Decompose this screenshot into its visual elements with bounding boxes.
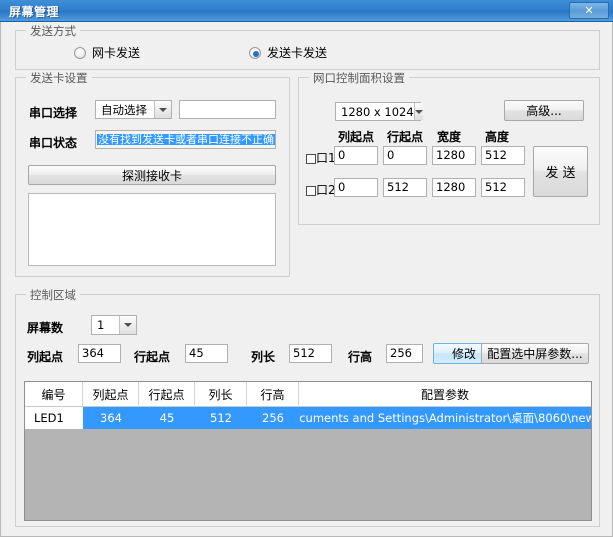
port2-width-input[interactable]: 1280 xyxy=(432,178,476,197)
cell-config: C:\Documents and Settings\Administrator\… xyxy=(299,407,591,429)
radio-label: 发送卡发送 xyxy=(267,46,328,60)
port1-width-input[interactable]: 1280 xyxy=(432,146,476,165)
port1-height-value: 512 xyxy=(485,147,507,162)
control-area-group-title: 控制区域 xyxy=(26,287,80,303)
col-start-value: 364 xyxy=(82,345,104,360)
config-selected-screen-button[interactable]: 配置选中屏参数... xyxy=(481,343,589,364)
radio-sending-card-send[interactable]: 发送卡发送 xyxy=(249,44,327,61)
port2-width-value: 1280 xyxy=(436,179,466,194)
table-empty-area[interactable] xyxy=(25,429,591,520)
screen-count-label: 屏幕数 xyxy=(27,321,64,335)
screen-count-combo[interactable]: 1 xyxy=(91,315,137,335)
detect-receiving-card-button[interactable]: 探测接收卡 xyxy=(28,165,276,185)
port1-label-text: 口1 xyxy=(316,151,336,165)
send-mode-group-title: 发送方式 xyxy=(26,23,80,39)
net-area-header-row-start: 行起点 xyxy=(387,130,424,144)
chevron-down-icon[interactable] xyxy=(119,316,136,334)
port1-col-start-value: 0 xyxy=(338,147,346,162)
port1-col-start-input[interactable]: 0 xyxy=(334,146,378,165)
port2-row-start-value: 512 xyxy=(387,179,409,194)
row-start-input[interactable]: 45 xyxy=(185,344,228,363)
net-area-group: 网口控制面积设置 1280 x 1024 高级... 列起点 行起点 宽度 高度… xyxy=(298,70,600,225)
port-status-label: 串口状态 xyxy=(29,136,78,150)
close-icon[interactable]: ✕ xyxy=(569,2,609,19)
port-select-combo[interactable]: 自动选择 xyxy=(95,100,172,119)
row-height-label: 行高 xyxy=(348,350,373,364)
table-header-row-height: 行高 xyxy=(247,382,299,406)
table-header-col-len: 列长 xyxy=(195,382,247,406)
port1-height-input[interactable]: 512 xyxy=(481,146,525,165)
col-start-input[interactable]: 364 xyxy=(78,344,121,363)
net-area-header-height: 高度 xyxy=(485,130,510,144)
cell-row-start: 45 xyxy=(139,407,195,429)
cell-col-len: 512 xyxy=(195,407,247,429)
radio-label: 网卡发送 xyxy=(92,46,141,60)
title-bar: 屏幕管理 ✕ xyxy=(0,0,613,22)
port2-col-start-value: 0 xyxy=(338,179,346,194)
port2-label[interactable]: 口2 xyxy=(306,181,336,198)
radio-indicator xyxy=(249,46,261,59)
window-title: 屏幕管理 xyxy=(9,5,60,19)
col-length-label: 列长 xyxy=(251,350,276,364)
row-height-input[interactable]: 256 xyxy=(386,344,423,363)
screen-count-value: 1 xyxy=(97,318,105,332)
screen-management-dialog: 屏幕管理 ✕ 发送方式 网卡发送 发送卡发送 发送卡设置 串口选择 自动选择 串… xyxy=(0,0,613,537)
control-area-group: 控制区域 屏幕数 1 列起点 364 行起点 45 列长 512 行高 256 xyxy=(15,287,600,527)
table-header-config: 配置参数 xyxy=(420,387,469,402)
advanced-button[interactable]: 高级... xyxy=(504,100,584,121)
port-select-value: 自动选择 xyxy=(101,102,147,117)
port2-checkbox[interactable] xyxy=(306,185,316,196)
port1-row-start-input[interactable]: 0 xyxy=(383,146,427,165)
col-length-input[interactable]: 512 xyxy=(289,344,332,363)
sender-card-group: 发送卡设置 串口选择 自动选择 串口状态 没有找到发送卡或者串口连接不正确 探测… xyxy=(15,70,290,277)
col-length-value: 512 xyxy=(293,345,315,360)
port2-height-input[interactable]: 512 xyxy=(481,178,525,197)
table-header-row-start: 行起点 xyxy=(139,382,195,406)
sender-card-group-title: 发送卡设置 xyxy=(26,70,92,86)
table-header-row: 编号 列起点 行起点 列长 行高 配置参数 xyxy=(25,382,591,407)
port-status-value: 没有找到发送卡或者串口连接不正确 xyxy=(97,133,275,146)
cell-col-start: 364 xyxy=(83,407,139,429)
port-status-input: 没有找到发送卡或者串口连接不正确 xyxy=(95,130,276,149)
detect-log-listbox[interactable] xyxy=(28,193,276,266)
net-area-header-col-start: 列起点 xyxy=(338,130,375,144)
chevron-down-icon[interactable] xyxy=(154,101,171,118)
port1-width-value: 1280 xyxy=(436,147,466,162)
port-select-label: 串口选择 xyxy=(29,106,78,120)
radio-network-card-send[interactable]: 网卡发送 xyxy=(74,44,140,61)
table-row[interactable]: LED1 364 45 512 256 C:\Documents and Set… xyxy=(25,407,591,429)
screen-table[interactable]: 编号 列起点 行起点 列长 行高 配置参数 LED1 364 45 512 25… xyxy=(24,381,592,521)
net-area-header-width: 宽度 xyxy=(437,130,462,144)
send-mode-group: 发送方式 网卡发送 发送卡发送 xyxy=(15,23,600,70)
port1-checkbox[interactable] xyxy=(306,153,316,164)
port1-label[interactable]: 口1 xyxy=(306,149,336,166)
chevron-down-icon[interactable] xyxy=(413,103,423,120)
table-header-id: 编号 xyxy=(25,382,83,406)
port1-row-start-value: 0 xyxy=(387,147,395,162)
dialog-body: 发送方式 网卡发送 发送卡发送 发送卡设置 串口选择 自动选择 串口状态 没有找… xyxy=(0,22,613,537)
row-start-value: 45 xyxy=(189,345,204,360)
cell-id: LED1 xyxy=(34,411,64,425)
col-start-label: 列起点 xyxy=(27,350,64,364)
resolution-combo[interactable]: 1280 x 1024 xyxy=(335,102,423,121)
row-height-value: 256 xyxy=(390,345,412,360)
port-extra-input[interactable] xyxy=(179,100,276,119)
cell-row-height: 256 xyxy=(247,407,299,429)
send-button[interactable]: 发 送 xyxy=(533,146,588,197)
port2-label-text: 口2 xyxy=(316,183,336,197)
radio-indicator xyxy=(74,46,86,59)
table-header-col-start: 列起点 xyxy=(83,382,139,406)
port2-col-start-input[interactable]: 0 xyxy=(334,178,378,197)
resolution-value: 1280 x 1024 xyxy=(341,104,414,119)
row-start-label: 行起点 xyxy=(134,350,171,364)
port2-height-value: 512 xyxy=(485,179,507,194)
net-area-group-title: 网口控制面积设置 xyxy=(309,70,409,86)
port2-row-start-input[interactable]: 512 xyxy=(383,178,427,197)
